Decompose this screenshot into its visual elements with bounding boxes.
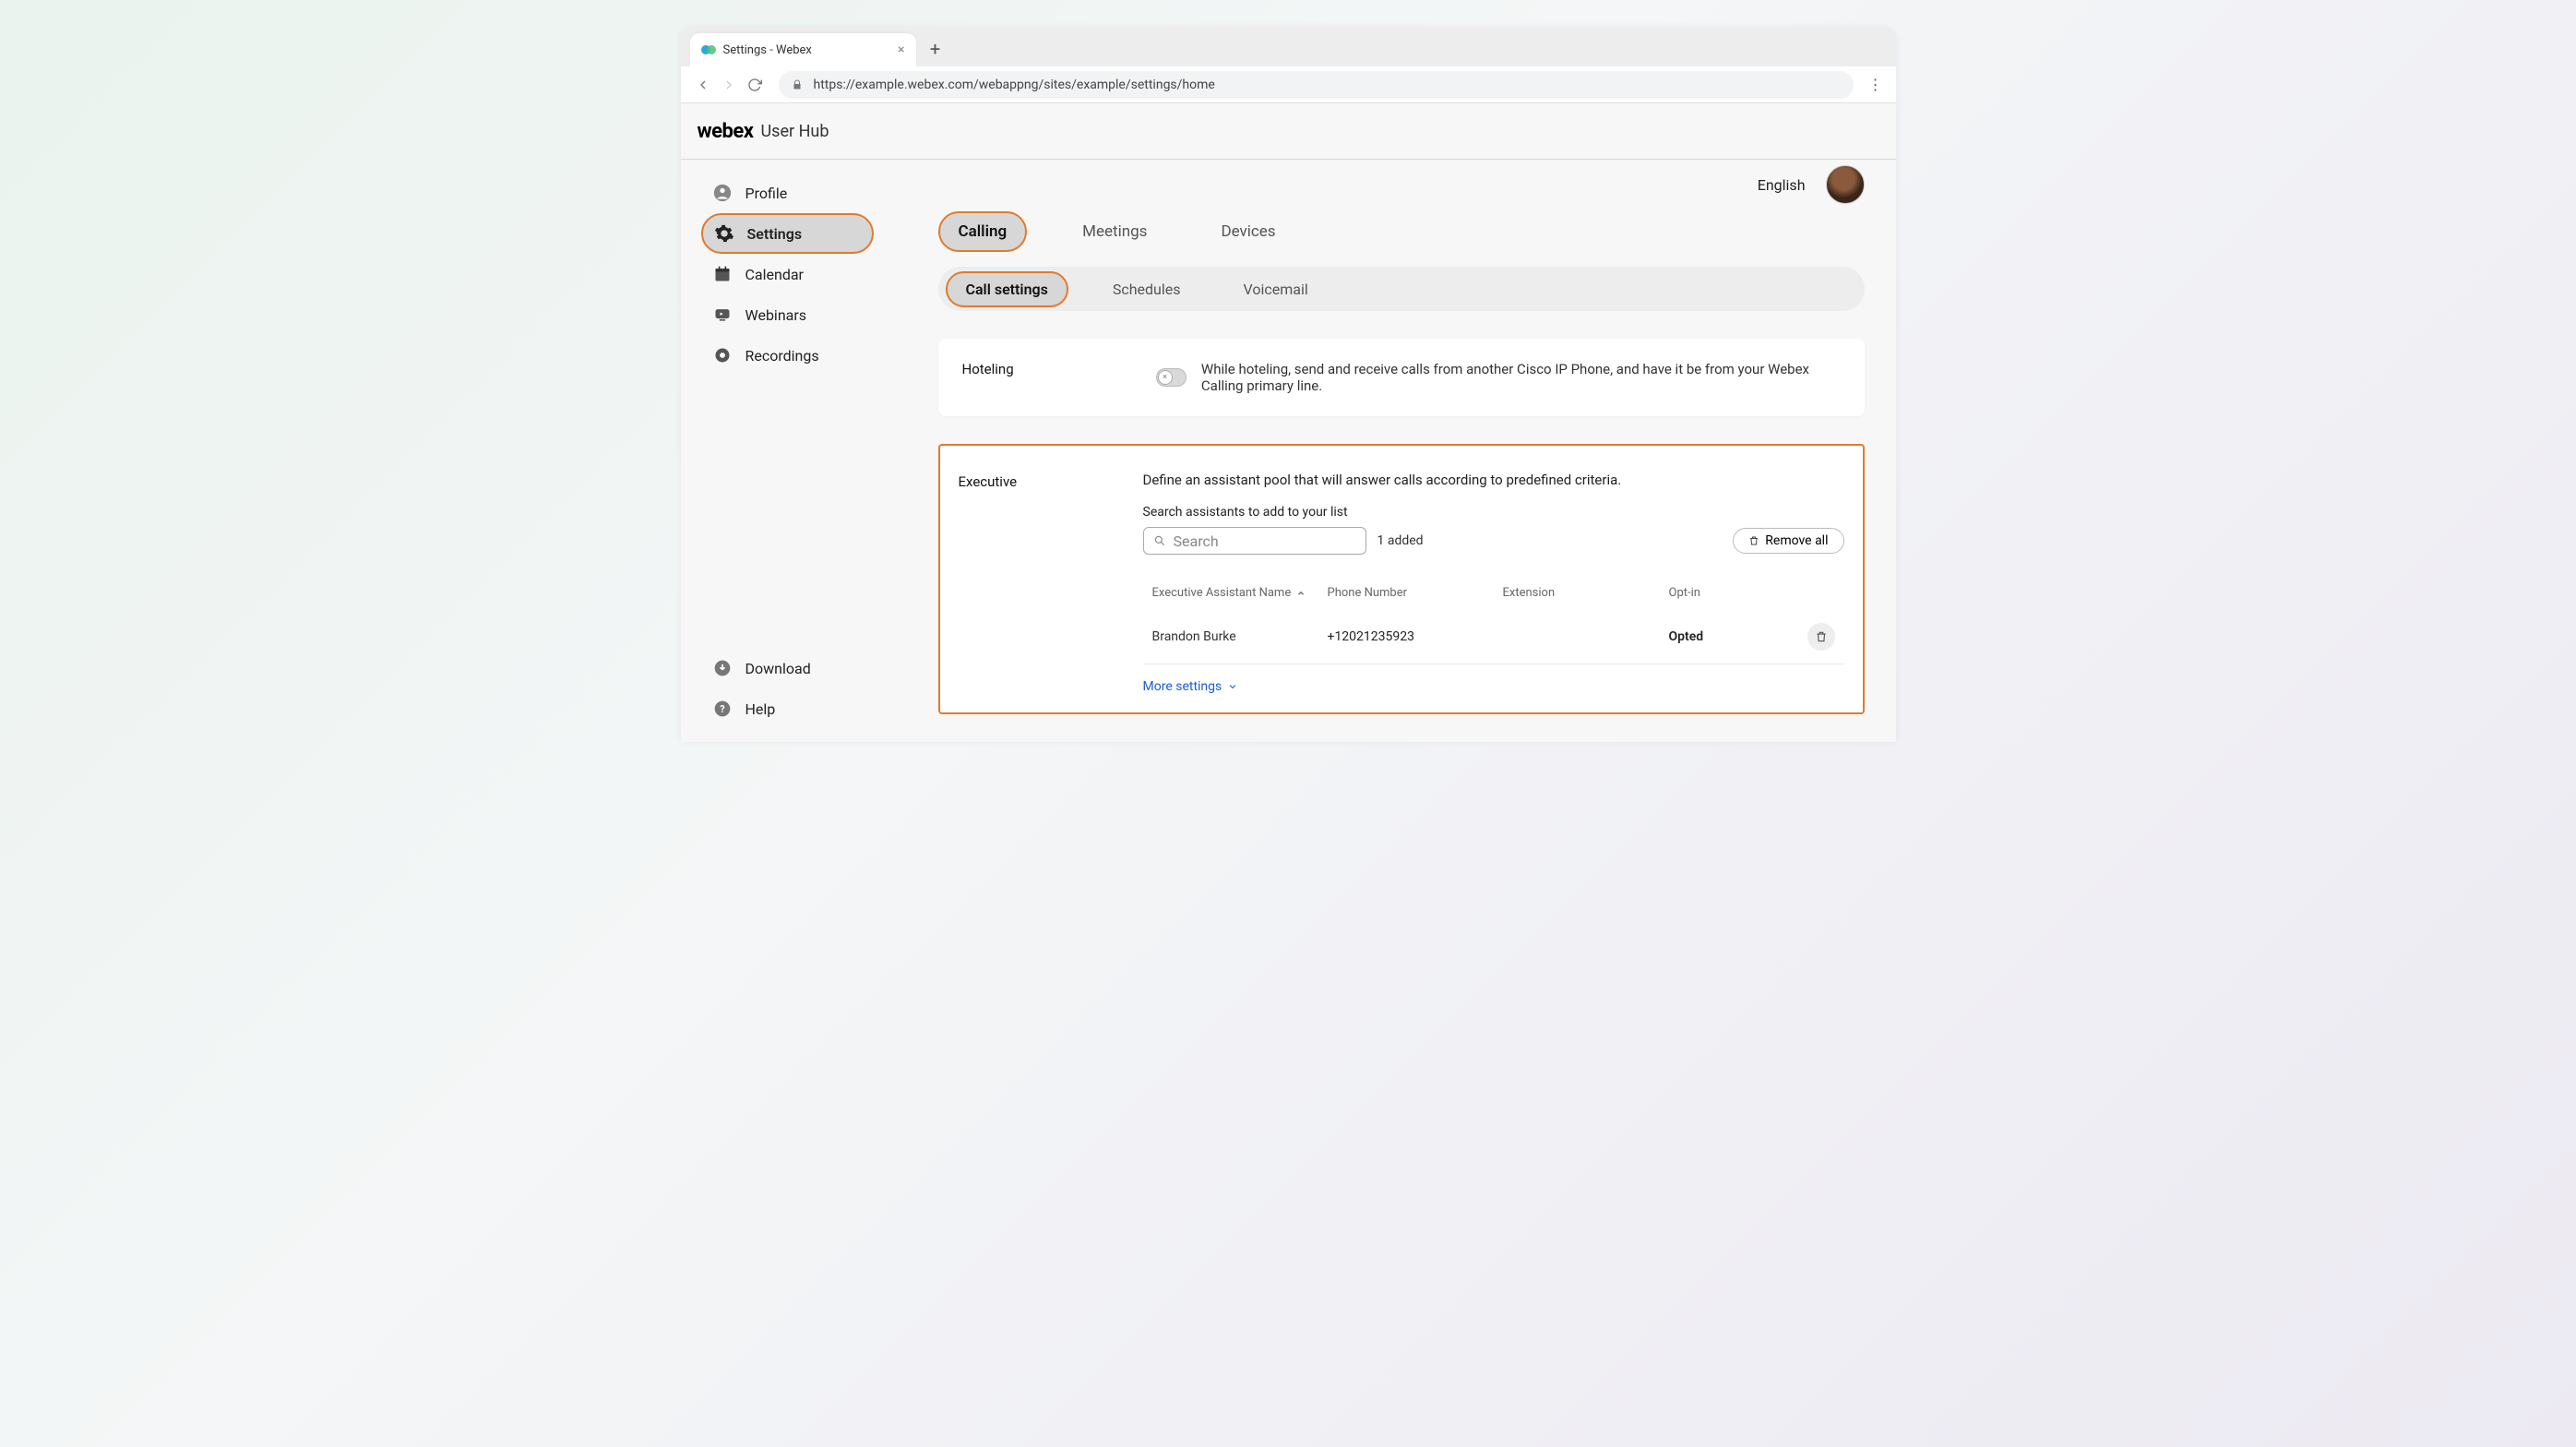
avatar[interactable] (1826, 165, 1865, 204)
browser-tab[interactable]: Settings - Webex × (690, 33, 916, 66)
subtab-call-settings[interactable]: Call settings (946, 271, 1068, 307)
remove-all-label: Remove all (1765, 533, 1828, 548)
col-phone[interactable]: Phone Number (1328, 586, 1503, 600)
search-assistants-label: Search assistants to add to your list (1143, 505, 1844, 520)
url-field[interactable]: https://example.webex.com/webappng/sites… (779, 71, 1854, 99)
chevron-down-icon (1227, 681, 1238, 692)
brand-subtitle: User Hub (761, 122, 829, 141)
hoteling-description: While hoteling, send and receive calls f… (1201, 361, 1841, 394)
hoteling-card: Hoteling × While hoteling, send and rece… (938, 339, 1865, 416)
language-selector[interactable]: English (1758, 176, 1806, 194)
remove-all-button[interactable]: Remove all (1733, 528, 1843, 554)
tab-devices[interactable]: Devices (1202, 213, 1294, 250)
record-icon (712, 345, 733, 365)
sort-asc-icon (1296, 589, 1306, 598)
cell-name: Brandon Burke (1152, 629, 1328, 644)
hoteling-label: Hoteling (962, 361, 1156, 394)
col-optin[interactable]: Opt-in (1669, 586, 1807, 600)
app-header: webex User Hub (681, 103, 1896, 159)
subtab-schedules[interactable]: Schedules (1094, 273, 1199, 305)
added-count: 1 added (1377, 533, 1424, 548)
trash-icon (1748, 535, 1759, 546)
col-name[interactable]: Executive Assistant Name (1152, 586, 1328, 600)
sidebar-item-label: Download (745, 660, 811, 677)
sidebar-item-recordings[interactable]: Recordings (701, 335, 874, 376)
address-bar: https://example.webex.com/webappng/sites… (681, 66, 1896, 103)
sidebar-item-label: Settings (747, 225, 803, 243)
sidebar-item-help[interactable]: ? Help (701, 688, 874, 729)
delete-row-button[interactable] (1807, 623, 1835, 651)
sidebar-item-label: Profile (745, 185, 788, 202)
trash-icon (1815, 630, 1828, 643)
more-settings-link[interactable]: More settings (1143, 679, 1239, 694)
lock-icon (792, 79, 805, 90)
webinar-icon (712, 305, 733, 325)
search-input[interactable]: Search (1143, 527, 1366, 555)
executive-description: Define an assistant pool that will answe… (1143, 472, 1844, 488)
assistants-table: Executive Assistant Name Phone Number Ex… (1143, 586, 1844, 664)
webex-favicon-icon (701, 42, 716, 57)
download-icon (712, 658, 733, 678)
forward-button[interactable] (716, 72, 742, 98)
cell-phone: +12021235923 (1328, 629, 1503, 644)
gear-icon (714, 223, 734, 244)
sidebar-item-settings[interactable]: Settings (701, 213, 874, 254)
executive-label: Executive (959, 472, 1143, 694)
help-icon: ? (712, 699, 733, 719)
sidebar-item-label: Help (745, 700, 776, 718)
toggle-knob: × (1158, 370, 1173, 385)
search-placeholder: Search (1174, 532, 1219, 550)
browser-menu-icon[interactable]: ⋮ (1865, 76, 1887, 93)
back-button[interactable] (690, 72, 716, 98)
tab-meetings[interactable]: Meetings (1064, 213, 1165, 250)
sidebar-item-profile[interactable]: Profile (701, 173, 874, 213)
tab-calling[interactable]: Calling (938, 211, 1028, 252)
tab-title: Settings - Webex (723, 43, 812, 57)
sidebar-item-label: Calendar (745, 266, 804, 283)
search-icon (1153, 534, 1166, 547)
sidebar-item-label: Webinars (745, 306, 807, 324)
sidebar-item-webinars[interactable]: Webinars (701, 294, 874, 335)
new-tab-button[interactable]: + (922, 35, 949, 63)
table-row: Brandon Burke +12021235923 Opted (1143, 610, 1844, 664)
col-extension[interactable]: Extension (1503, 586, 1669, 600)
sidebar-item-download[interactable]: Download (701, 648, 874, 688)
reload-button[interactable] (742, 72, 768, 98)
secondary-tabs: Call settings Schedules Voicemail (938, 267, 1865, 311)
calendar-icon (712, 264, 733, 284)
cell-optin: Opted (1669, 629, 1807, 644)
url-text: https://example.webex.com/webappng/sites… (814, 78, 1215, 92)
hoteling-toggle[interactable]: × (1156, 368, 1187, 387)
close-tab-icon[interactable]: × (898, 42, 904, 57)
svg-text:?: ? (720, 703, 724, 715)
sidebar-item-label: Recordings (745, 347, 819, 365)
primary-tabs: Calling Meetings Devices (938, 211, 1865, 252)
executive-card: Executive Define an assistant pool that … (938, 444, 1865, 714)
subtab-voicemail[interactable]: Voicemail (1225, 273, 1327, 305)
sidebar: Profile Settings Calendar (681, 160, 883, 742)
sidebar-item-calendar[interactable]: Calendar (701, 254, 874, 294)
tab-strip: Settings - Webex × + (681, 28, 1896, 66)
brand-logo: webex (698, 120, 754, 143)
person-icon (712, 183, 733, 203)
main-content: English Calling Meetings Devices Call se… (883, 160, 1896, 742)
